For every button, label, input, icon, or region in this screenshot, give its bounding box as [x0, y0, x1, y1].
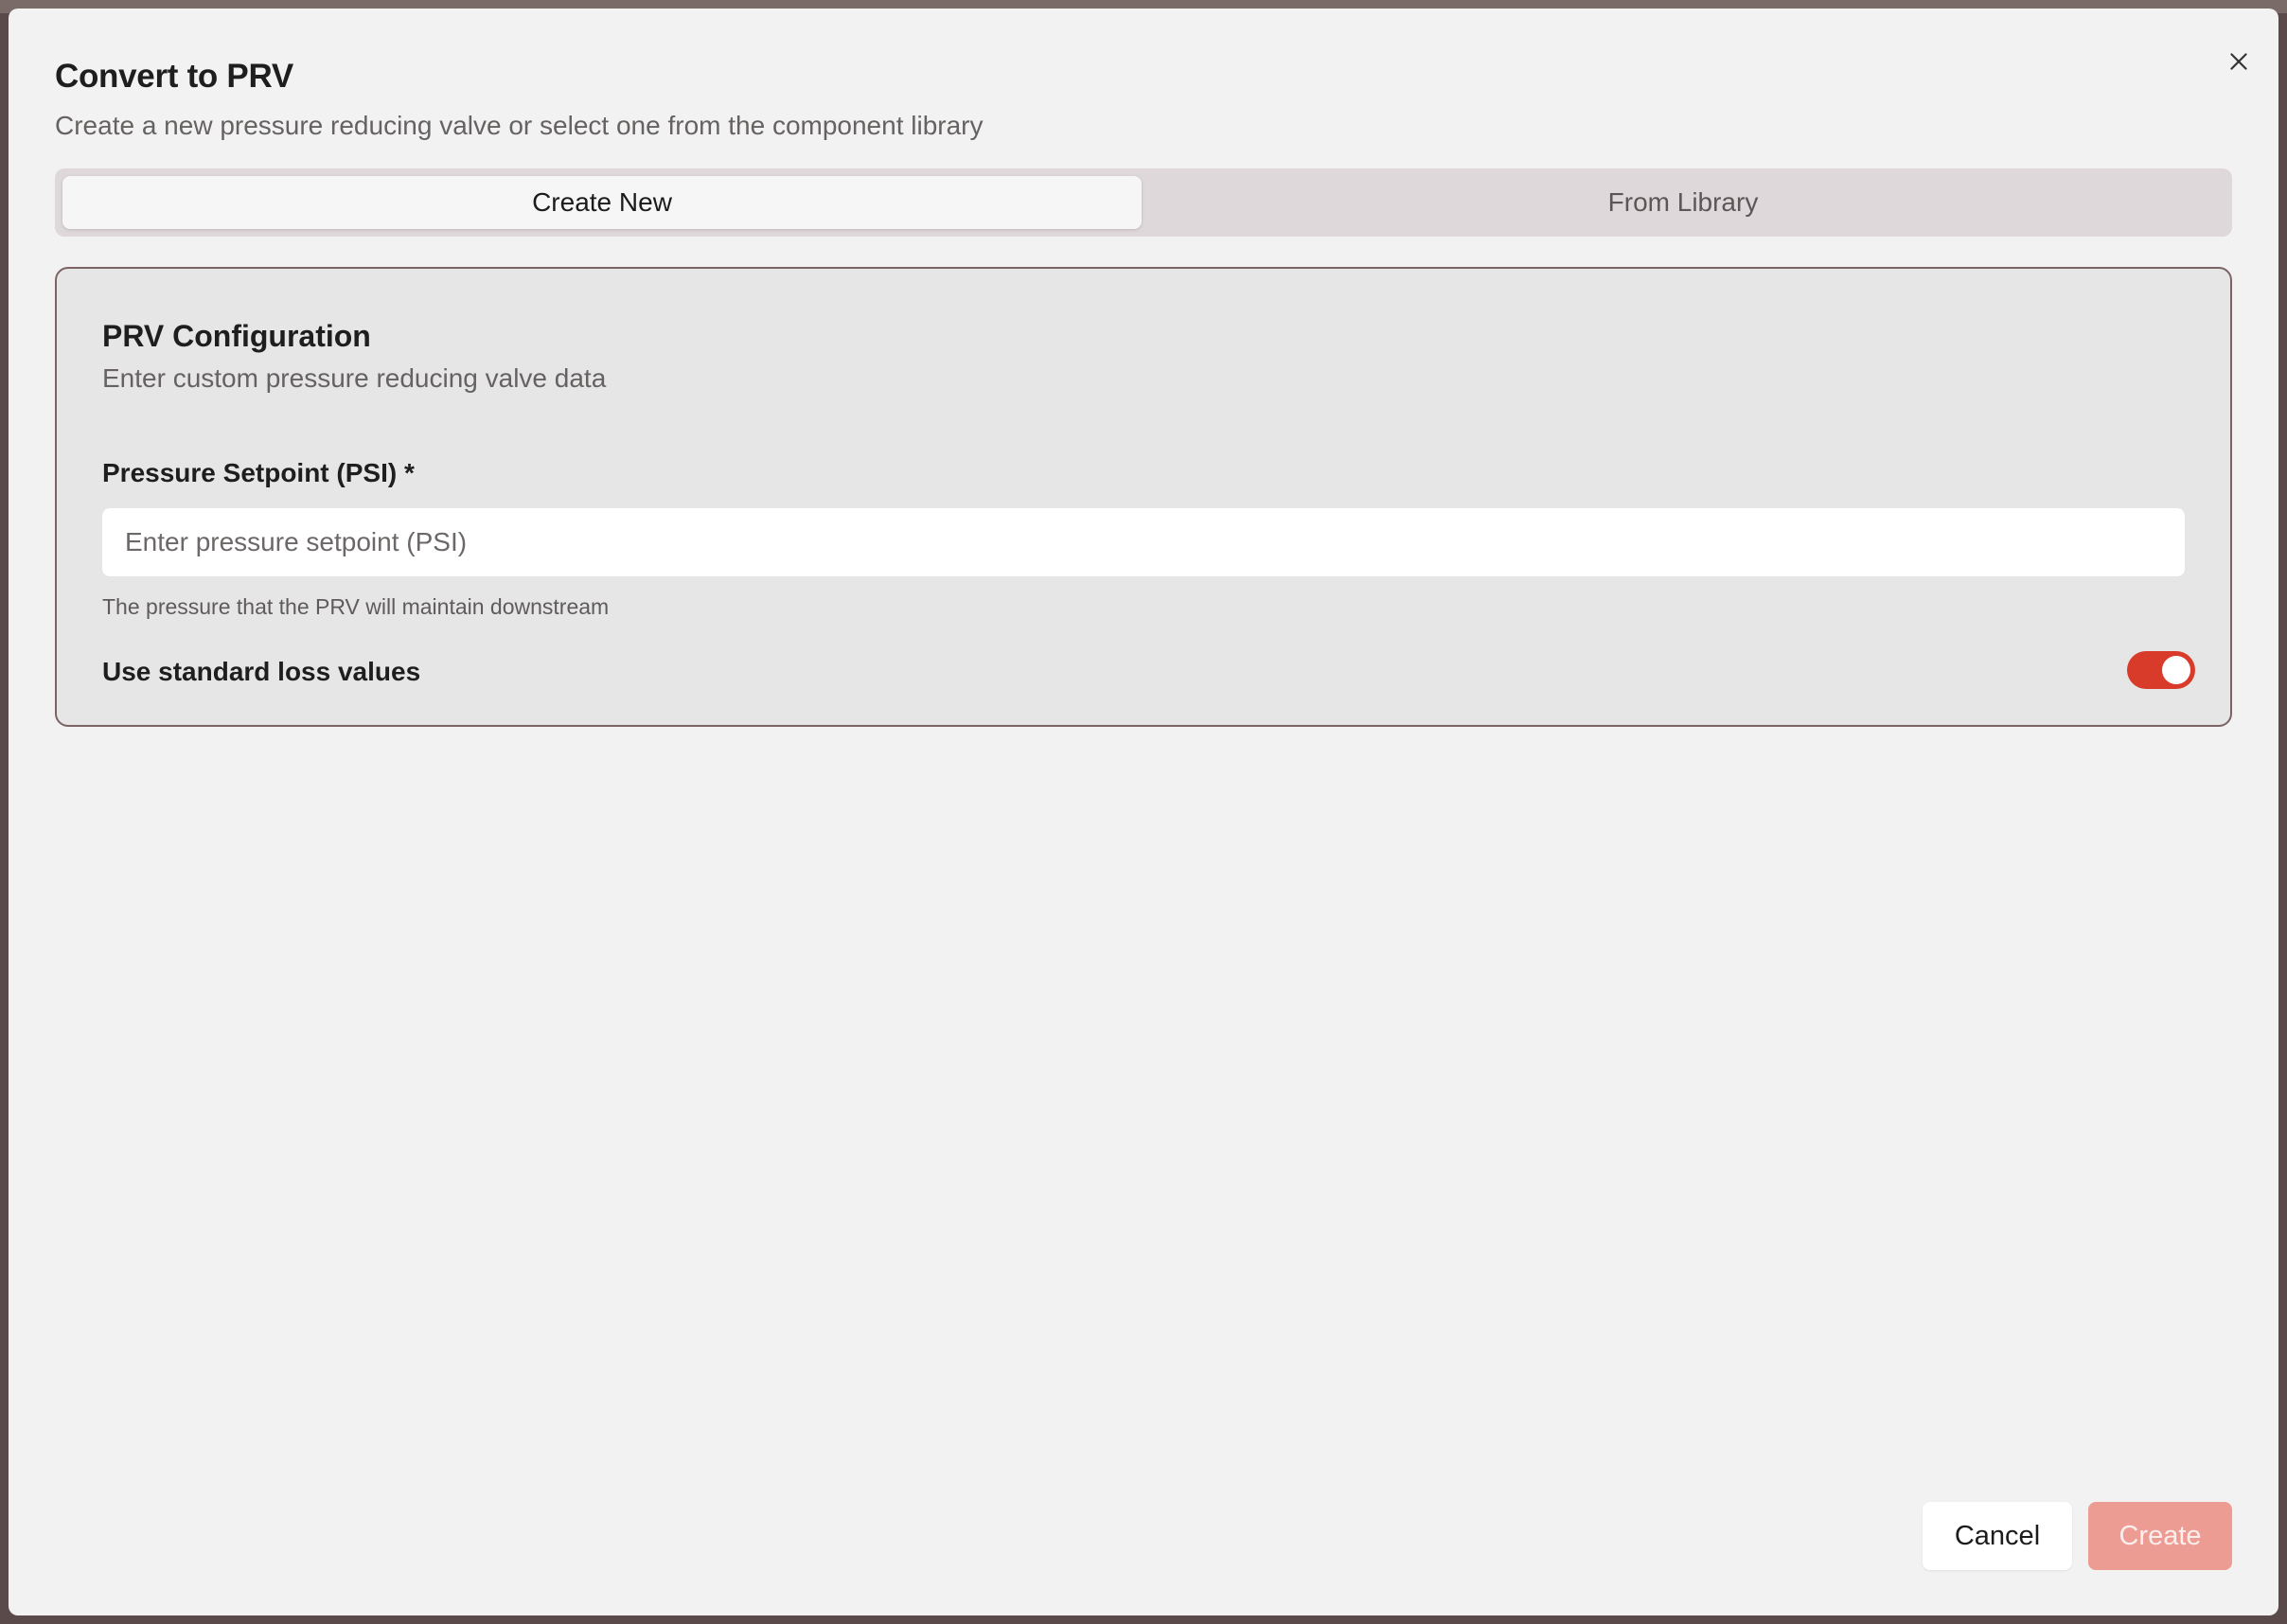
convert-to-prv-dialog: Convert to PRV Create a new pressure red…: [9, 9, 2278, 1615]
toggle-knob: [2162, 656, 2190, 684]
close-button[interactable]: [2220, 43, 2258, 80]
cancel-button[interactable]: Cancel: [1923, 1502, 2072, 1570]
tab-create-new[interactable]: Create New: [62, 176, 1142, 229]
pressure-setpoint-input[interactable]: [102, 508, 2185, 576]
mode-tabs: Create New From Library: [55, 168, 2232, 237]
prv-configuration-card: PRV Configuration Enter custom pressure …: [55, 267, 2232, 727]
dialog-title: Convert to PRV: [55, 58, 293, 95]
dialog-subtitle: Create a new pressure reducing valve or …: [55, 111, 984, 140]
standard-loss-label: Use standard loss values: [102, 657, 421, 686]
tab-from-library[interactable]: From Library: [1142, 176, 2225, 229]
create-button[interactable]: Create: [2088, 1502, 2232, 1570]
standard-loss-toggle[interactable]: [2127, 651, 2195, 689]
close-icon: [2230, 53, 2247, 70]
pressure-setpoint-label: Pressure Setpoint (PSI) *: [102, 458, 415, 487]
card-title: PRV Configuration: [102, 319, 371, 353]
pressure-setpoint-help: The pressure that the PRV will maintain …: [102, 594, 610, 619]
card-subtitle: Enter custom pressure reducing valve dat…: [102, 363, 607, 393]
